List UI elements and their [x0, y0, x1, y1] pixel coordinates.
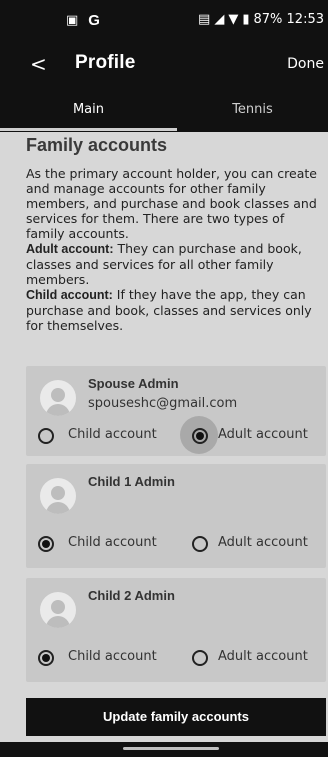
home-indicator[interactable]: [123, 747, 219, 750]
back-icon[interactable]: <: [30, 52, 47, 76]
avatar: [40, 478, 76, 514]
child-account-option[interactable]: Child account: [68, 427, 157, 442]
system-nav-bar: [0, 742, 328, 757]
child-account-radio[interactable]: [38, 428, 54, 444]
account-type-selector: Child account Adult account: [38, 644, 326, 674]
member-email: spouseshc@gmail.com: [88, 396, 238, 411]
nfc-icon: ▤: [198, 12, 211, 27]
family-description: As the primary account holder, you can c…: [26, 166, 326, 333]
adult-account-radio[interactable]: [192, 536, 208, 552]
app-screen: { "status_bar": { "carrier_icon": "card-…: [0, 0, 328, 757]
battery-icon: ▮: [242, 12, 250, 27]
child-account-option[interactable]: Child account: [68, 649, 157, 664]
avatar: [40, 380, 76, 416]
account-type-selector: Child account Adult account: [38, 416, 326, 454]
google-icon: G: [88, 12, 100, 29]
wifi-icon: ▼: [228, 12, 239, 27]
status-text: 87% 12:53: [253, 12, 325, 27]
adult-account-option[interactable]: Adult account: [218, 649, 308, 664]
family-member-card: Child 1 Admin Child account Adult accoun…: [26, 464, 326, 568]
intro-text: As the primary account holder, you can c…: [26, 166, 317, 241]
family-member-card: Spouse Admin spouseshc@gmail.com Child a…: [26, 366, 326, 456]
tab-tennis[interactable]: Tennis: [177, 92, 328, 132]
tab-main[interactable]: Main: [0, 92, 177, 132]
account-type-selector: Child account Adult account: [38, 530, 326, 560]
adult-account-radio[interactable]: [192, 428, 208, 444]
tab-bar: Main Tennis: [0, 92, 328, 132]
page-title: Profile: [75, 52, 136, 73]
adult-account-option[interactable]: Adult account: [218, 535, 308, 550]
member-name: Spouse Admin: [88, 376, 179, 391]
update-family-accounts-button[interactable]: Update family accounts: [26, 698, 326, 736]
child-account-option[interactable]: Child account: [68, 535, 157, 550]
child-account-label: Child account:: [26, 288, 113, 302]
done-button[interactable]: Done: [287, 56, 324, 72]
adult-account-option[interactable]: Adult account: [218, 427, 308, 442]
card-icon: ▣: [66, 13, 79, 28]
adult-account-label: Adult account:: [26, 242, 114, 256]
family-accounts-title: Family accounts: [26, 135, 168, 155]
child-account-radio[interactable]: [38, 650, 54, 666]
member-name: Child 2 Admin: [88, 588, 175, 603]
signal-icon: ◢: [214, 12, 225, 27]
family-member-card: Child 2 Admin Child account Adult accoun…: [26, 578, 326, 682]
main-content: Family accounts As the primary account h…: [0, 132, 328, 757]
child-account-radio[interactable]: [38, 536, 54, 552]
active-tab-indicator: [0, 128, 177, 131]
avatar: [40, 592, 76, 628]
member-name: Child 1 Admin: [88, 474, 175, 489]
adult-account-radio[interactable]: [192, 650, 208, 666]
app-header: < Profile Done: [0, 40, 328, 92]
status-bar: ▣ G ▤ ◢ ▼ ▮ 87% 12:53: [0, 0, 328, 40]
